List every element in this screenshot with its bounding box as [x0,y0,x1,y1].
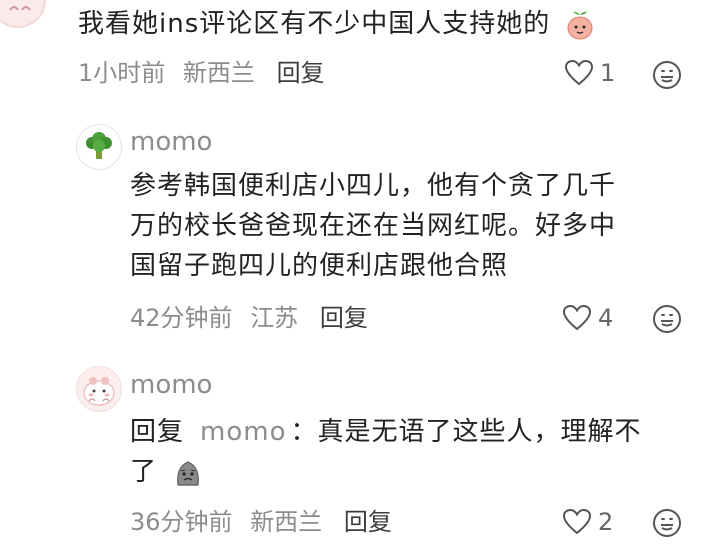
comment-text: 参考韩国便利店小四儿，他有个贪了几千 万的校长爸爸现在还在当网红呢。好多中 国留… [130,166,690,286]
avatar[interactable] [0,0,46,28]
comment-body: 我看她ins评论区有不少中国人支持她的 [78,9,551,39]
like-count: 4 [598,304,614,332]
comment-line: 参考韩国便利店小四儿，他有个贪了几千 [130,171,617,201]
comment-text: 我看她ins评论区有不少中国人支持她的 [78,4,596,44]
comment-time: 42分钟前 [130,304,233,332]
reply-button[interactable]: 回复 [320,304,368,332]
heart-outline-icon [562,304,592,331]
reply-button[interactable]: 回复 [344,508,392,536]
heart-outline-icon [562,508,592,535]
broccoli-icon [86,132,112,159]
comment-body: 了 [130,457,158,487]
cartoon-face-icon [83,377,115,406]
comment-location: 新西兰 [250,508,323,536]
grey-blob-emoji [177,460,200,486]
comment-line: 回复 momo ：真是无语了这些人，理解不 [130,412,700,452]
comment-location: 江苏 [250,304,299,332]
like-count: 1 [600,59,616,87]
smiley-outline-icon[interactable] [652,508,682,538]
comment-time: 1小时前 [78,59,166,87]
username[interactable]: momo [130,127,212,157]
reply-to-username[interactable]: momo [200,417,286,447]
like-count: 2 [598,508,614,536]
pink-cartoon-avatar[interactable] [76,366,122,412]
smiley-outline-icon[interactable] [652,304,682,334]
like-button[interactable]: 4 [562,303,613,333]
comment-time: 36分钟前 [130,508,233,536]
reply-button[interactable]: 回复 [277,59,325,87]
comment-text: 回复 momo ：真是无语了这些人，理解不 了 [130,412,700,492]
comment-body: ：真是无语了这些人，理解不 [290,417,642,447]
reply-prefix: 回复 [130,417,185,447]
comment-line: 万的校长爸爸现在还在当网红呢。好多中 [130,211,617,241]
peach-emoji [567,11,593,39]
comment-meta: 1小时前 新西兰 回复 [78,58,325,88]
comment-line: 国留子跑四儿的便利店跟他合照 [130,251,509,281]
broccoli-avatar[interactable] [76,124,122,170]
avatar-face-icon [9,6,31,11]
comment-meta: 36分钟前 新西兰 回复 [130,507,392,537]
like-button[interactable]: 2 [562,507,613,537]
comment-meta: 42分钟前 江苏 回复 [130,303,368,333]
username[interactable]: momo [130,370,212,400]
comment-line: 了 [130,452,700,492]
like-button[interactable]: 1 [564,58,615,88]
smiley-outline-icon[interactable] [652,60,682,90]
heart-outline-icon [564,59,594,86]
comment-location: 新西兰 [182,59,255,87]
